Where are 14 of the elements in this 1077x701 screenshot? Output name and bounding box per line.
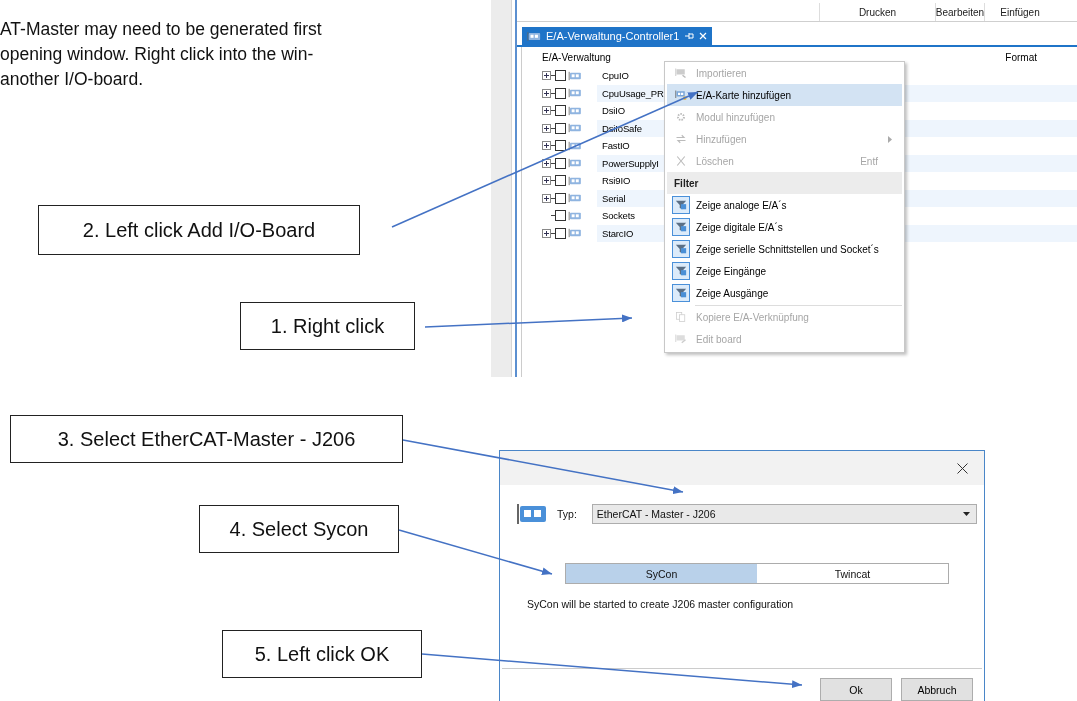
column-header: Format: [1005, 51, 1037, 63]
body-text: AT-Master may need to be generated first: [0, 18, 322, 41]
column-header: E/A-Verwaltung: [542, 51, 611, 63]
callout-box: 1. Right click: [240, 302, 415, 350]
body-text: another I/O-board.: [0, 68, 144, 91]
info-text: SyCon will be started to create J206 master configuration: [527, 598, 795, 610]
callout-box: 5. Left click OK: [222, 630, 422, 678]
menu-section-header: Filter: [667, 172, 902, 194]
shortcut-label: Entf: [860, 155, 878, 167]
callout-box: 3. Select EtherCAT-Master - J206: [10, 415, 403, 463]
callout-box: 2. Left click Add I/O-Board: [38, 205, 360, 255]
body-text: opening window. Right click into the win-: [0, 43, 315, 66]
type-label: Typ:: [557, 508, 577, 520]
callout-box: 4. Select Sycon: [199, 505, 399, 553]
